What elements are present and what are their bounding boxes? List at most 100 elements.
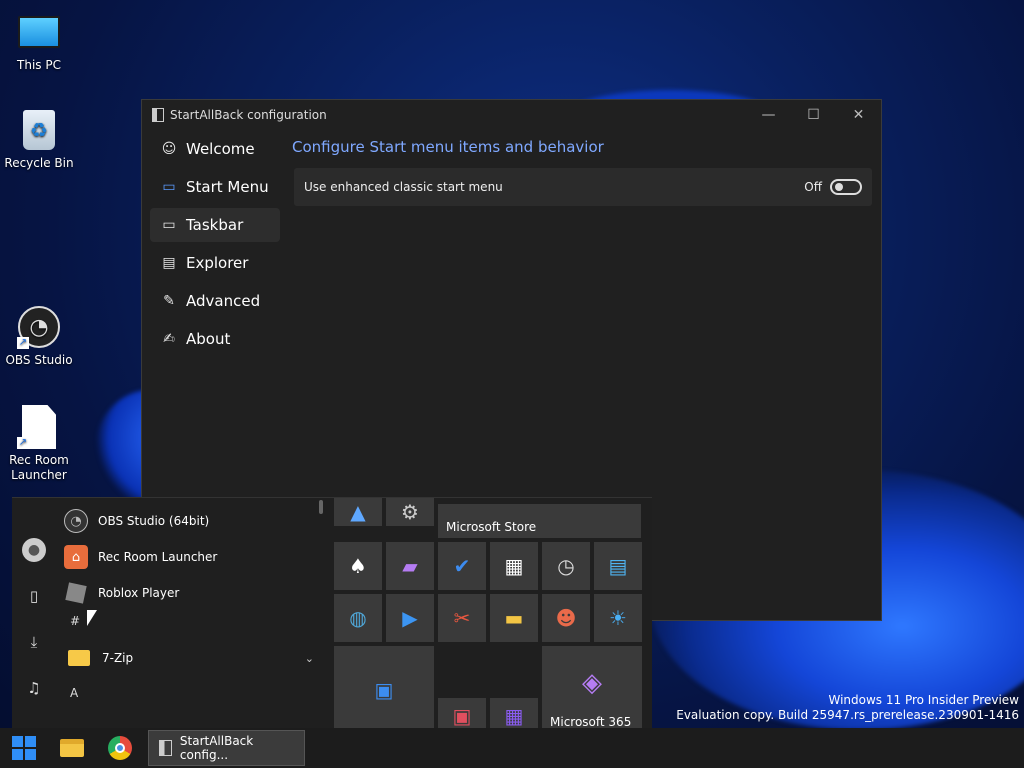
news-icon[interactable]: ▣	[438, 698, 486, 728]
nav-item-welcome[interactable]: ☺ Welcome	[150, 132, 280, 166]
shortcut-arrow-icon: ↗	[17, 337, 29, 349]
desktop-icon-this-pc[interactable]: This PC	[1, 10, 77, 73]
tile-label: Microsoft Store	[446, 520, 537, 534]
desktop-icon-label: This PC	[17, 58, 61, 72]
rec-room-icon: ⌂	[64, 545, 88, 569]
list-item-roblox[interactable]: Roblox Player	[64, 575, 314, 611]
todo-check-icon[interactable]: ✔	[438, 542, 486, 590]
list-item-obs[interactable]: ◔ OBS Studio (64bit)	[64, 503, 314, 539]
tile-label: Microsoft 365	[550, 715, 632, 728]
app-label: Roblox Player	[98, 586, 180, 600]
enhanced-start-toggle[interactable]	[830, 179, 862, 195]
scrollbar-thumb[interactable]	[319, 500, 323, 514]
desktop-icon-label: OBS Studio	[5, 353, 73, 367]
taskbar-icon: ▭	[162, 217, 176, 233]
nav-item-start-menu[interactable]: ▭ Start Menu	[150, 170, 280, 204]
desktop-icon-label: Recycle Bin	[4, 156, 74, 170]
maps-icon[interactable]: ◍	[334, 594, 382, 642]
watermark-line: Windows 11 Pro Insider Preview	[828, 693, 1019, 707]
file-explorer-icon	[60, 739, 84, 757]
folder-icon	[68, 650, 90, 666]
desktop-icon-obs-studio[interactable]: ◔ ↗ OBS Studio	[1, 305, 77, 368]
microsoft-store-tile[interactable]: Microsoft Store	[438, 504, 641, 538]
close-button[interactable]: ✕	[836, 100, 881, 130]
setting-enhanced-classic-start: Use enhanced classic start menu Off	[294, 168, 872, 206]
start-button[interactable]	[0, 728, 48, 768]
maximize-button[interactable]: ☐	[791, 100, 836, 130]
chevron-down-icon: ⌄	[304, 651, 314, 665]
list-item-rec-room[interactable]: ⌂ Rec Room Launcher	[64, 539, 314, 575]
sidebar-nav: ☺ Welcome ▭ Start Menu ▭ Taskbar ▤ Explo…	[150, 132, 280, 360]
media-player-icon[interactable]: ▶	[386, 594, 434, 642]
solitaire-icon[interactable]: ♠	[334, 542, 382, 590]
notepad-icon[interactable]: ▤	[594, 542, 642, 590]
recycle-bin-icon: ♻	[17, 108, 61, 152]
settings-gear-icon[interactable]: ⚙	[386, 498, 434, 526]
folder-icon: ▤	[162, 255, 176, 271]
desktop-icon-label: Rec Room Launcher	[9, 453, 69, 482]
microsoft-365-icon: ◈	[582, 668, 602, 698]
document-icon[interactable]: ▯	[22, 584, 46, 608]
taskbar-task-startallback[interactable]: StartAllBack config...	[148, 730, 305, 766]
photos-tile-icon[interactable]: ▲	[334, 498, 382, 526]
app-label: 7-Zip	[102, 651, 134, 665]
mouse-cursor-icon	[87, 610, 97, 626]
start-menu: ● ▯ ⤓ ♫ ◔ OBS Studio (64bit) ⌂ Rec Room …	[12, 497, 652, 728]
title-bar[interactable]: StartAllBack configuration — ☐ ✕	[142, 100, 881, 130]
snipping-tool-icon[interactable]: ✂	[438, 594, 486, 642]
setting-label: Use enhanced classic start menu	[304, 180, 503, 194]
weather-sun-icon[interactable]: ☀	[594, 594, 642, 642]
app-icon	[159, 740, 172, 756]
taskbar: StartAllBack config...	[0, 728, 1024, 768]
app-label: Rec Room Launcher	[98, 550, 218, 564]
microsoft-365-tile[interactable]: ◈ Microsoft 365	[542, 646, 642, 728]
nav-item-explorer[interactable]: ▤ Explorer	[150, 246, 280, 280]
minimize-button[interactable]: —	[746, 100, 791, 130]
signature-icon: ✍	[163, 331, 175, 347]
desktop-icon-rec-room[interactable]: ↗ Rec Room Launcher	[1, 405, 77, 483]
desktop-icon-recycle-bin[interactable]: ♻ Recycle Bin	[1, 108, 77, 171]
nav-item-label: Taskbar	[186, 216, 244, 234]
people-icon[interactable]: ☻	[542, 594, 590, 642]
download-icon[interactable]: ⤓	[22, 630, 46, 654]
news-card-icon[interactable]: ▣	[334, 646, 434, 728]
nav-item-label: Start Menu	[186, 178, 269, 196]
file-explorer-icon[interactable]: ▬	[490, 594, 538, 642]
obs-icon: ◔ ↗	[17, 305, 61, 349]
start-rail: ● ▯ ⤓ ♫	[12, 498, 56, 728]
windows-logo-icon	[12, 736, 36, 760]
nav-item-taskbar[interactable]: ▭ Taskbar	[150, 208, 280, 242]
calculator-icon[interactable]: ▦	[490, 542, 538, 590]
letter-header-a[interactable]: A	[64, 675, 314, 711]
clock-icon[interactable]: ◷	[542, 542, 590, 590]
pencil-icon: ✎	[163, 293, 175, 309]
taskbar-chrome[interactable]	[96, 728, 144, 768]
task-label: StartAllBack config...	[179, 734, 254, 762]
chrome-icon	[108, 736, 132, 760]
watermark-line: Evaluation copy. Build 25947.rs_prerelea…	[676, 708, 1019, 722]
start-menu-icon: ▭	[162, 179, 176, 195]
nav-item-about[interactable]: ✍ About	[150, 322, 280, 356]
user-avatar-icon[interactable]: ●	[22, 538, 46, 562]
music-icon[interactable]: ♫	[22, 676, 46, 700]
smile-icon: ☺	[161, 141, 177, 157]
letter-header-hash[interactable]: #	[64, 611, 314, 631]
calendar-icon[interactable]: ▦	[490, 698, 538, 728]
shortcut-arrow-icon: ↗	[17, 437, 29, 449]
roblox-icon	[65, 582, 87, 604]
window-title: StartAllBack configuration	[170, 108, 327, 122]
document-icon: ↗	[17, 405, 61, 449]
clipchamp-icon[interactable]: ▰	[386, 542, 434, 590]
app-list: ◔ OBS Studio (64bit) ⌂ Rec Room Launcher…	[64, 498, 314, 711]
app-icon	[152, 108, 164, 122]
page-title: Configure Start menu items and behavior	[292, 138, 604, 156]
taskbar-file-explorer[interactable]	[48, 728, 96, 768]
monitor-icon	[17, 10, 61, 54]
build-watermark: Windows 11 Pro Insider Preview Evaluatio…	[676, 693, 1019, 723]
list-item-7zip[interactable]: 7-Zip ⌄	[64, 641, 314, 675]
nav-item-label: Advanced	[186, 292, 261, 310]
nav-item-advanced[interactable]: ✎ Advanced	[150, 284, 280, 318]
app-label: OBS Studio (64bit)	[98, 514, 210, 528]
nav-item-label: Welcome	[186, 140, 255, 158]
toggle-state-label: Off	[804, 180, 822, 194]
